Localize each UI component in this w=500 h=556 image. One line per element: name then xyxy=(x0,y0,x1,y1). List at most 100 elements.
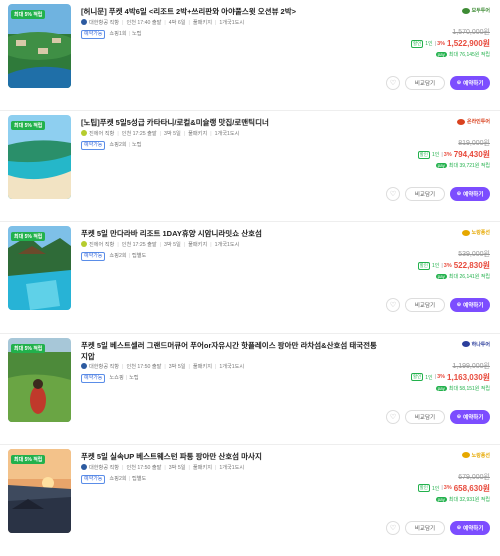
product-title[interactable]: 푸켓 5일 실속UP 베스트웨스턴 파통 팡아만 산호섬 마사지 xyxy=(81,451,381,462)
agency-icon xyxy=(461,452,470,459)
heart-icon[interactable]: ♡ xyxy=(386,298,400,313)
product-thumbnail[interactable]: 최대 5% 적립 xyxy=(8,448,71,533)
availability-tag: 예약가능 xyxy=(81,141,106,151)
compare-button[interactable]: 비교담기 xyxy=(405,520,445,535)
compare-button[interactable]: 비교담기 xyxy=(405,409,445,424)
package-type: 풀패키지 xyxy=(188,242,208,249)
discount-chip: 할인 xyxy=(417,150,430,159)
product-actions: ♡ 비교담기 ⊕ 예약하기 xyxy=(386,520,490,535)
airline-icon xyxy=(81,362,87,369)
pay-icon: pay xyxy=(435,52,447,57)
cities: 1개국1도시 xyxy=(219,363,245,370)
availability-tag: 예약가능 xyxy=(81,373,106,383)
product-thumbnail[interactable]: 최대 5% 적립 xyxy=(8,4,71,88)
pay-icon: pay xyxy=(435,274,447,280)
reward-amount: 최대 76,145원 적립 xyxy=(448,52,490,58)
sale-price: 794,430원 xyxy=(453,150,490,160)
reward-line: pay 최대 39,721원 적립 xyxy=(435,162,490,170)
compare-button[interactable]: 비교담기 xyxy=(405,187,445,202)
discount-percent: |3% xyxy=(441,262,452,269)
product-tags: 예약가능 쇼핑1회 | 노팁 xyxy=(81,30,142,39)
reward-amount: 최대 26,141원 적립 xyxy=(448,274,490,281)
product-card[interactable]: 최대 5% 적립 [노팁]푸켓 5일5성급 카타타니/로컬&미슐랭 맛집/로맨틱… xyxy=(0,111,500,223)
reserve-icon: ⊕ xyxy=(456,191,462,198)
discount-percent: |3% xyxy=(434,374,446,381)
trip-duration: 3박 5일 xyxy=(164,242,181,249)
product-title[interactable]: [노팁]푸켓 5일5성급 카타타니/로컬&미슐랭 맛집/로맨틱디너 xyxy=(81,117,381,128)
reserve-button[interactable]: ⊕ 예약하기 xyxy=(450,76,490,90)
product-card[interactable]: 최대 5% 적립 [허니문] 푸켓 4박6일 <리조트 2박+쓰리판와 아야풀스… xyxy=(0,0,500,112)
original-price: 539,000원 xyxy=(458,251,490,259)
reward-badge: 최대 5% 적립 xyxy=(11,343,46,353)
per-person-label: 1인 xyxy=(431,152,440,159)
compare-button[interactable]: 비교담기 xyxy=(405,298,445,313)
reserve-button[interactable]: ⊕ 예약하기 xyxy=(450,187,490,202)
discount-price-line: 할인 1인 |3% 1,163,030원 xyxy=(410,372,490,383)
reward-line: pay 최대 26,141원 적립 xyxy=(435,273,490,281)
airline-icon xyxy=(81,19,87,25)
reserve-button[interactable]: ⊕ 예약하기 xyxy=(450,298,490,313)
reward-amount: 최대 39,721원 적립 xyxy=(448,163,490,170)
product-thumbnail[interactable]: 최대 5% 적립 xyxy=(8,115,71,200)
reserve-icon: ⊕ xyxy=(456,80,462,86)
reserve-button[interactable]: ⊕ 예약하기 xyxy=(450,409,490,424)
package-type: 풀패키지 xyxy=(188,131,208,138)
discount-chip: 할인 xyxy=(410,39,424,48)
product-card[interactable]: 최대 5% 적립 푸켓 5일 만다라바 리조트 1DAY휴양 시암니라밋쇼 산호… xyxy=(0,222,500,334)
product-meta: 대한항공 직항 | 인천 17:50 출발 | 3박 5일 | 풀패키지 | 1개국1도시 xyxy=(81,463,245,471)
agency-icon xyxy=(461,229,470,236)
discount-price-line: 할인 1인 |3% 522,830원 xyxy=(417,260,490,271)
departure-time: 인천 17:40 출발 xyxy=(126,20,162,26)
product-thumbnail[interactable]: 최대 5% 적립 xyxy=(8,226,71,311)
agency-logo: 노랑풍선 xyxy=(461,452,490,459)
trip-duration: 3박 5일 xyxy=(168,464,186,471)
reward-badge: 최대 5% 적립 xyxy=(11,121,46,131)
product-card[interactable]: 최대 5% 적립 푸켓 5일 베스트셀러 그랜드머큐어 푸어or자유시간 핫플레… xyxy=(0,334,500,445)
reward-badge: 최대 5% 적립 xyxy=(11,232,46,242)
agency-name: 온라인투어 xyxy=(466,119,490,126)
reward-line: pay 최대 58,151원 적립 xyxy=(435,385,490,392)
heart-icon[interactable]: ♡ xyxy=(386,409,400,424)
compare-button[interactable]: 비교담기 xyxy=(405,76,445,90)
per-person-label: 1인 xyxy=(425,374,433,381)
original-price: 1,199,000원 xyxy=(452,362,490,370)
heart-icon[interactable]: ♡ xyxy=(386,187,400,202)
pay-icon: pay xyxy=(435,385,447,391)
product-card[interactable]: 최대 5% 적립 푸켓 5일 실속UP 베스트웨스턴 파통 팡아만 산호섬 마사… xyxy=(0,445,500,556)
reserve-icon: ⊕ xyxy=(456,524,462,531)
airline-icon xyxy=(81,241,87,248)
cities: 1개국1도시 xyxy=(214,131,240,138)
product-meta: 진에어 직항 | 인천 17:25 출발 | 3박 5일 | 풀패키지 | 1개국1도시 xyxy=(81,130,239,137)
reward-line: pay 최대 76,145원 적립 xyxy=(435,51,490,58)
product-meta: 진에어 직항 | 인천 17:25 출발 | 3박 5일 | 풀패키지 | 1개국1도시 xyxy=(81,241,239,248)
agency-name: 하나투어 xyxy=(471,341,490,348)
original-price: 1,570,000원 xyxy=(452,29,490,36)
product-title[interactable]: [허니문] 푸켓 4박6일 <리조트 2박+쓰리판와 아야풀스윗 오션뷰 2박> xyxy=(81,6,381,17)
per-person-label: 1인 xyxy=(431,263,440,270)
airline: 진에어 직항 xyxy=(89,131,115,138)
trip-duration: 3박 5일 xyxy=(164,131,181,138)
reward-amount: 최대 32,931원 적립 xyxy=(448,496,490,503)
agency-logo: 하나투어 xyxy=(461,341,490,348)
heart-icon[interactable]: ♡ xyxy=(386,76,400,90)
departure-time: 인천 17:50 출발 xyxy=(126,464,162,471)
trip-duration: 3박 5일 xyxy=(168,363,186,370)
product-title[interactable]: 푸켓 5일 만다라바 리조트 1DAY휴양 시암니라밋쇼 산호섬 xyxy=(81,228,381,239)
original-price: 819,000원 xyxy=(458,140,490,148)
cities: 1개국1도시 xyxy=(219,464,245,471)
airline: 대한항공 직항 xyxy=(89,363,120,370)
product-tags: 예약가능 쇼핑2회 | 팁별도 xyxy=(81,252,146,262)
agency-logo: 노랑풍선 xyxy=(461,229,490,237)
heart-icon[interactable]: ♡ xyxy=(386,520,400,535)
product-thumbnail[interactable]: 최대 5% 적립 xyxy=(8,337,71,422)
agency-logo: 온라인투어 xyxy=(456,118,490,126)
product-actions: ♡ 비교담기 ⊕ 예약하기 xyxy=(386,187,490,202)
sale-price: 1,522,900원 xyxy=(447,39,490,48)
airline-icon xyxy=(81,463,87,470)
reserve-button[interactable]: ⊕ 예약하기 xyxy=(450,520,490,535)
product-title[interactable]: 푸켓 5일 베스트셀러 그랜드머큐어 푸어or자유시간 핫플레이스 팡아만 라차… xyxy=(81,340,381,362)
cities: 1개국1도시 xyxy=(214,242,240,249)
agency-name: 노랑풍선 xyxy=(471,230,490,237)
product-actions: ♡ 비교담기 ⊕ 예약하기 xyxy=(386,409,490,424)
discount-price-line: 할인 1인 |3% 794,430원 xyxy=(417,149,490,160)
